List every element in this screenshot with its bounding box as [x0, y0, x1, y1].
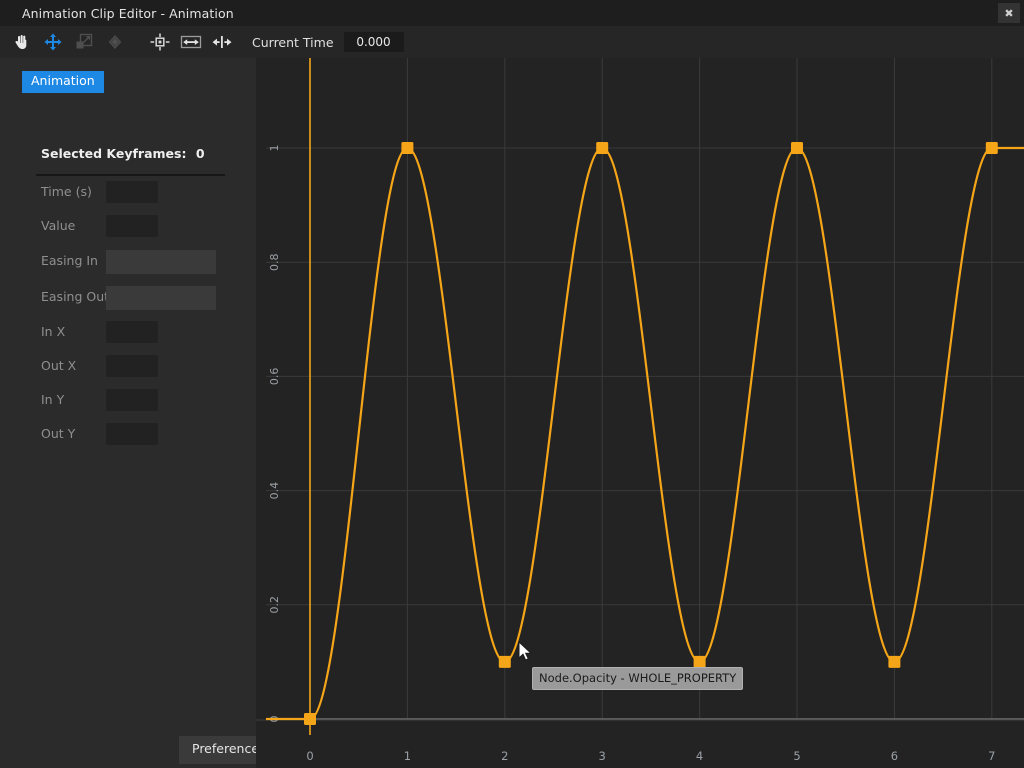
- keyframe-tool-icon[interactable]: [101, 29, 129, 55]
- fit-value-icon[interactable]: [208, 29, 236, 55]
- keyframe-handle: [304, 713, 316, 725]
- field-input-out-y[interactable]: [106, 423, 158, 445]
- field-label-time: Time (s): [41, 181, 92, 203]
- keyframe-handle: [986, 142, 998, 154]
- field-row-out-y: Out Y: [0, 423, 256, 445]
- field-input-value[interactable]: [106, 215, 158, 237]
- title-bar: Animation Clip Editor - Animation ✖: [0, 0, 1024, 26]
- y-axis-tick-label: 1: [268, 145, 281, 152]
- x-axis-tick-label: 7: [988, 749, 995, 763]
- sidebar-divider: [36, 174, 225, 176]
- field-input-in-y[interactable]: [106, 389, 158, 411]
- tab-animation[interactable]: Animation: [22, 71, 104, 93]
- field-row-easing-out: Easing Out: [0, 286, 256, 308]
- move-tool-icon[interactable]: [39, 29, 67, 55]
- current-time-input[interactable]: 0.000: [344, 32, 404, 52]
- animation-clip-editor-window: Animation Clip Editor - Animation ✖: [0, 0, 1024, 768]
- scale-tool-icon[interactable]: [70, 29, 98, 55]
- x-axis-tick-label: 1: [404, 749, 411, 763]
- field-row-easing-in: Easing In: [0, 250, 256, 272]
- toolbar: Current Time 0.000: [0, 26, 1024, 58]
- fit-horizontal-icon[interactable]: [177, 29, 205, 55]
- field-row-value: Value: [0, 215, 256, 237]
- x-axis-tick-label: 5: [793, 749, 800, 763]
- properties-sidebar: Animation Selected Keyframes: 0 Time (s)…: [0, 58, 256, 768]
- keyframe-handle: [791, 142, 803, 154]
- x-axis-tick-label: 2: [501, 749, 508, 763]
- field-label-in-x: In X: [41, 321, 65, 343]
- keyframe-handle: [499, 656, 511, 668]
- window-title: Animation Clip Editor - Animation: [22, 6, 234, 21]
- x-axis-tick-label: 3: [599, 749, 606, 763]
- x-axis-tick-label: 0: [306, 749, 313, 763]
- curve-tooltip: Node.Opacity - WHOLE_PROPERTY: [532, 667, 743, 690]
- frame-selection-icon[interactable]: [146, 29, 174, 55]
- mouse-cursor-icon: [518, 641, 534, 663]
- field-input-time[interactable]: [106, 181, 158, 203]
- selected-keyframes-count: 0: [196, 146, 205, 161]
- field-label-out-y: Out Y: [41, 423, 75, 445]
- x-axis-tick-label: 4: [696, 749, 703, 763]
- curve-canvas[interactable]: 00.20.40.60.8101234567: [256, 58, 1024, 768]
- pan-tool-icon[interactable]: [8, 29, 36, 55]
- field-input-easing-out[interactable]: [106, 286, 216, 310]
- field-input-out-x[interactable]: [106, 355, 158, 377]
- keyframe-handle: [401, 142, 413, 154]
- selected-keyframes-label: Selected Keyframes:: [41, 146, 186, 161]
- sidebar-tab-row: Animation: [22, 70, 104, 93]
- field-input-in-x[interactable]: [106, 321, 158, 343]
- curve-graph-area[interactable]: 00.20.40.60.8101234567 Node.Opacity - WH…: [256, 58, 1024, 768]
- field-row-in-x: In X: [0, 321, 256, 343]
- field-row-out-x: Out X: [0, 355, 256, 377]
- selected-keyframes-title: Selected Keyframes: 0: [41, 146, 205, 161]
- keyframe-handle: [596, 142, 608, 154]
- field-label-out-x: Out X: [41, 355, 76, 377]
- field-label-easing-in: Easing In: [41, 250, 98, 272]
- current-time-label: Current Time: [252, 35, 334, 50]
- close-icon[interactable]: ✖: [998, 3, 1020, 23]
- animation-curve-path: [310, 148, 992, 719]
- field-label-easing-out: Easing Out: [41, 286, 109, 308]
- x-axis-tick-label: 6: [891, 749, 898, 763]
- y-axis-tick-label: 0.4: [268, 482, 281, 500]
- field-row-time: Time (s): [0, 181, 256, 203]
- y-axis-tick-label: 0.8: [268, 253, 281, 271]
- field-label-value: Value: [41, 215, 75, 237]
- field-row-in-y: In Y: [0, 389, 256, 411]
- keyframe-handle: [888, 656, 900, 668]
- field-label-in-y: In Y: [41, 389, 64, 411]
- field-input-easing-in[interactable]: [106, 250, 216, 274]
- y-axis-tick-label: 0.6: [268, 368, 281, 386]
- y-axis-tick-label: 0.2: [268, 596, 281, 614]
